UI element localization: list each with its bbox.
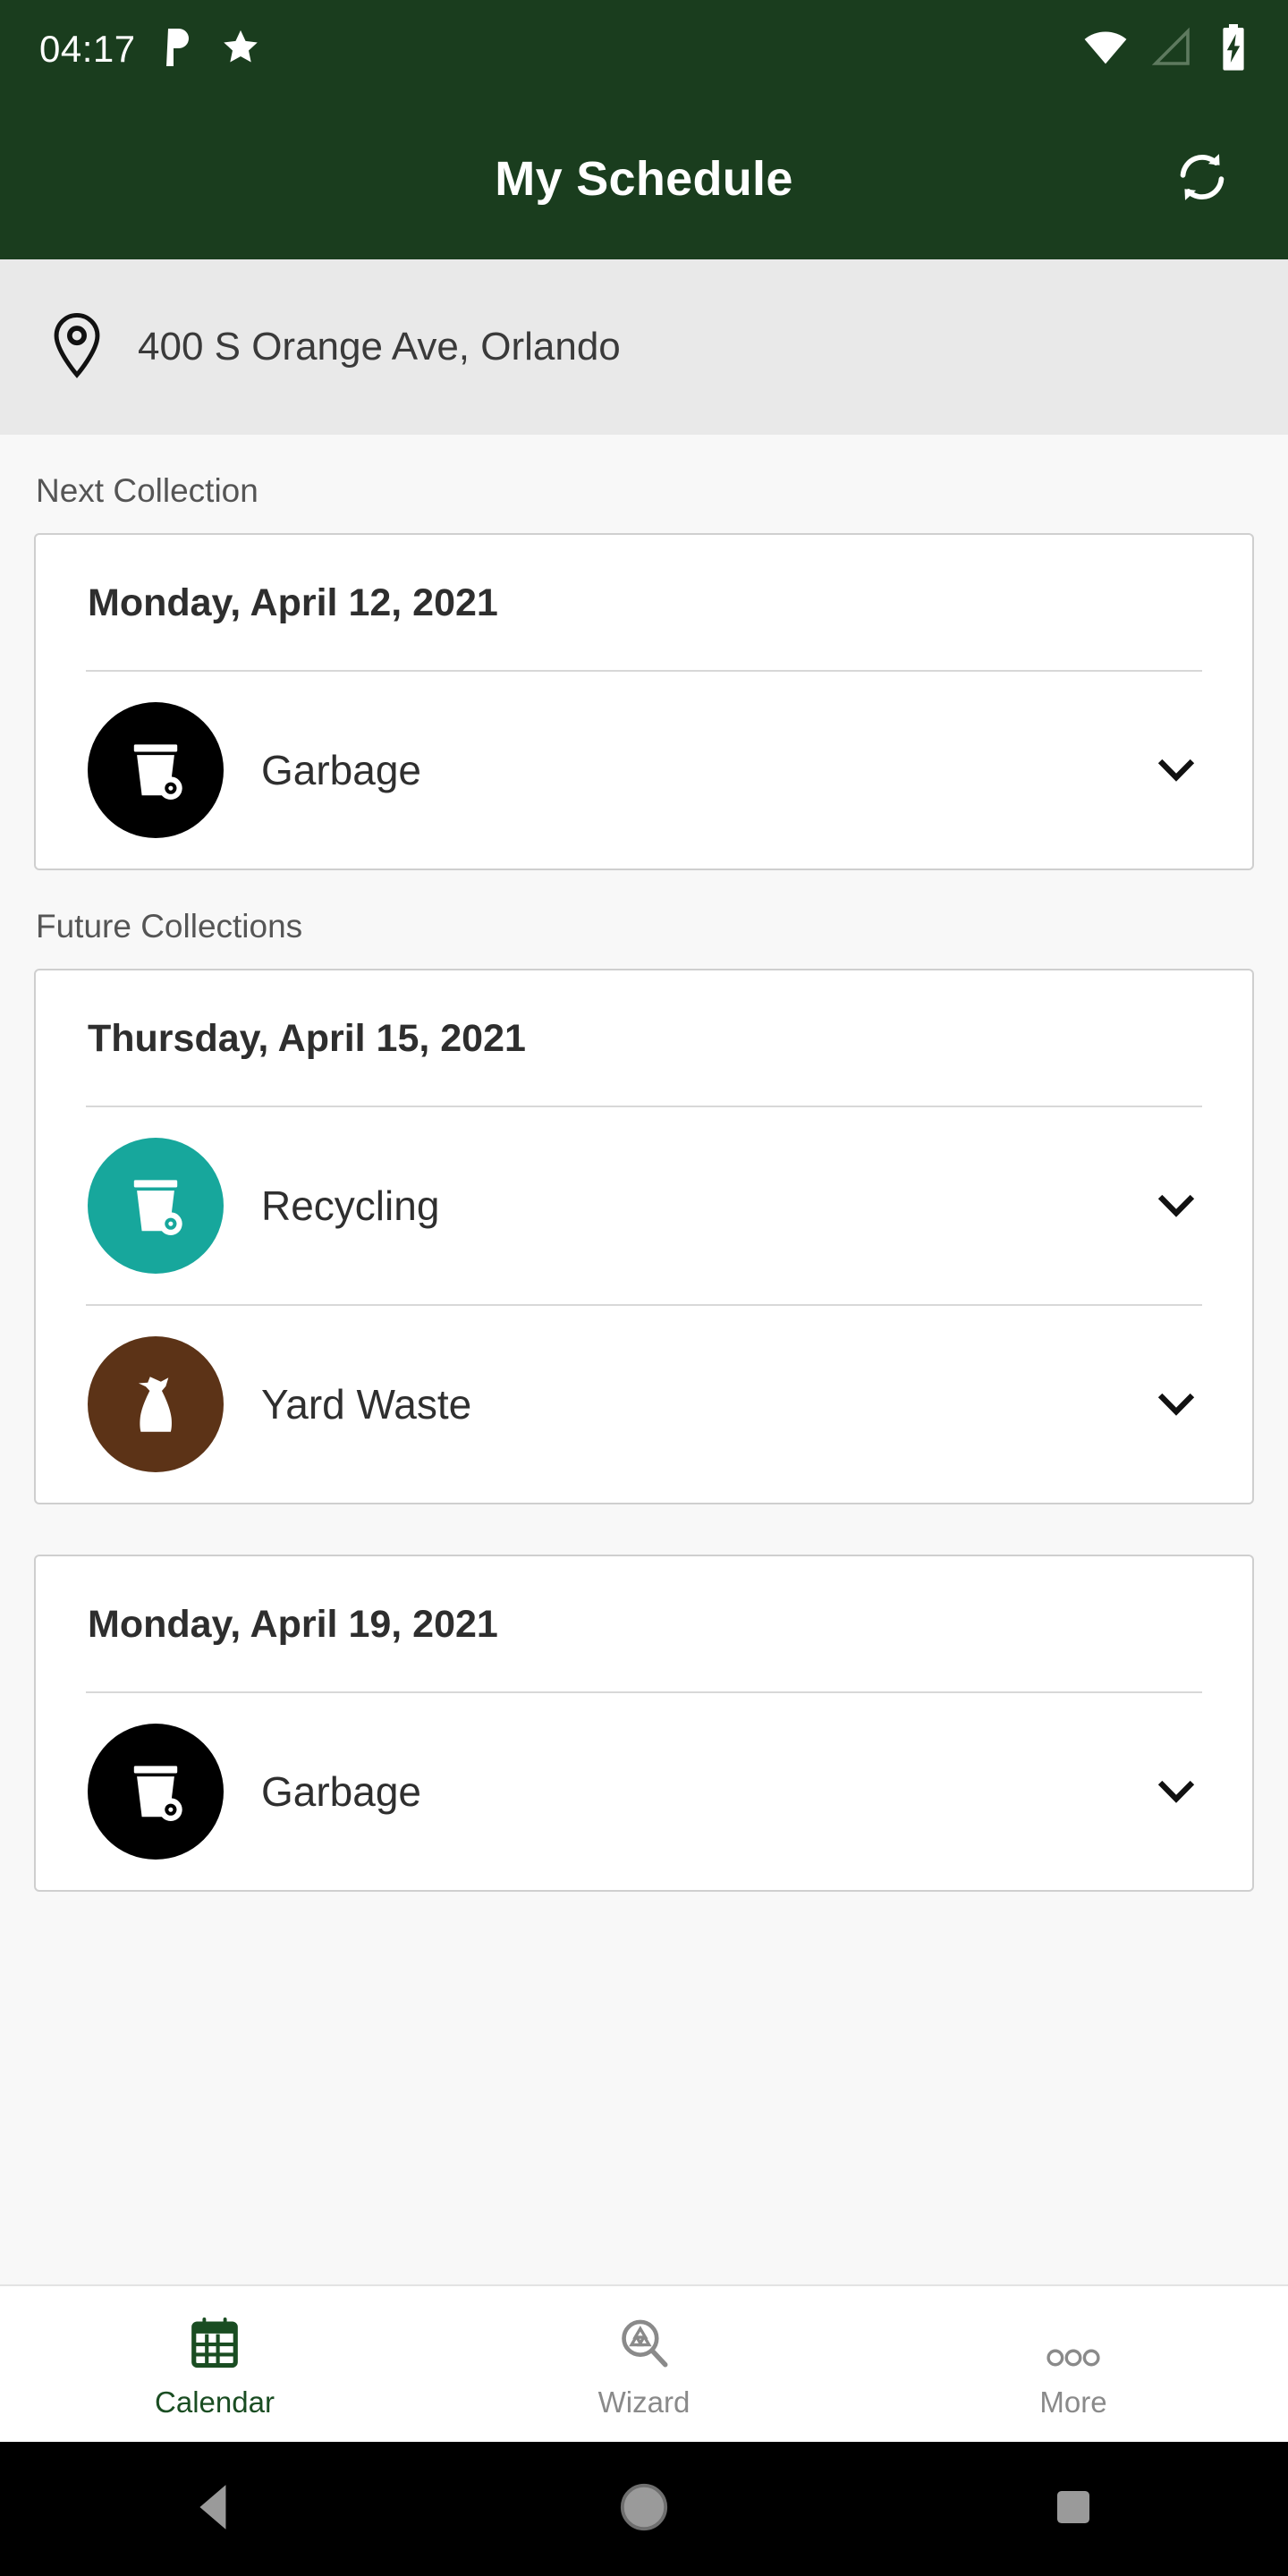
app-screen: 04:17 My Schedule 400 S Orange Ave, Orla… (0, 0, 1288, 2576)
collection-item-label: Recycling (261, 1182, 440, 1229)
back-button[interactable] (161, 2455, 268, 2563)
section-header-next-collection: Next Collection (36, 472, 258, 509)
recycle-search-icon (616, 2309, 672, 2371)
tab-calendar[interactable]: Calendar (0, 2309, 429, 2419)
collection-item-row[interactable]: Yard Waste (36, 1306, 1252, 1503)
app-bar: My Schedule (0, 98, 1288, 259)
star-icon (220, 27, 261, 72)
collection-date: Monday, April 19, 2021 (88, 1603, 498, 1646)
collection-item-label: Garbage (261, 1768, 422, 1815)
chevron-down-icon[interactable] (1143, 1371, 1209, 1437)
tab-wizard[interactable]: Wizard (429, 2309, 859, 2419)
chevron-down-icon[interactable] (1143, 1758, 1209, 1825)
recycling-cart-icon (88, 1138, 224, 1274)
collection-card[interactable]: Thursday, April 15, 2021 Recycling Yard … (34, 969, 1254, 1504)
android-navigation-bar (0, 2442, 1288, 2576)
collection-item-row[interactable]: Garbage (36, 1693, 1252, 1890)
status-bar: 04:17 (0, 0, 1288, 98)
address-bar[interactable]: 400 S Orange Ave, Orlando (0, 259, 1288, 435)
triangle-back-icon (191, 2481, 238, 2538)
yard-waste-bag-icon (88, 1336, 224, 1472)
calendar-icon (187, 2309, 242, 2371)
address-text: 400 S Orange Ave, Orlando (138, 325, 621, 369)
garbage-cart-icon (88, 1724, 224, 1860)
more-dots-icon (1046, 2309, 1101, 2371)
circle-home-icon (618, 2481, 670, 2538)
status-bar-right (1082, 23, 1249, 75)
schedule-scroll-area[interactable]: Next Collection Monday, April 12, 2021 G… (0, 435, 1288, 2284)
collection-card[interactable]: Monday, April 12, 2021 Garbage (34, 533, 1254, 870)
refresh-icon (1173, 148, 1232, 211)
battery-charging-icon (1218, 23, 1249, 75)
collection-item-label: Garbage (261, 747, 422, 793)
tab-label: Calendar (155, 2385, 275, 2419)
collection-date: Thursday, April 15, 2021 (88, 1017, 526, 1060)
collection-item-row[interactable]: Garbage (36, 672, 1252, 869)
cell-signal-icon (1151, 26, 1195, 73)
location-pin-icon (50, 312, 104, 383)
tab-label: More (1039, 2385, 1107, 2419)
collection-card[interactable]: Monday, April 19, 2021 Garbage (34, 1555, 1254, 1892)
parking-p-icon (163, 27, 193, 72)
bottom-tab-bar: Calendar Wizard More (0, 2284, 1288, 2442)
section-header-future-collections: Future Collections (36, 908, 303, 945)
page-title: My Schedule (495, 152, 793, 206)
status-bar-left: 04:17 (39, 27, 261, 72)
card-spacer (0, 1504, 1288, 1555)
chevron-down-icon[interactable] (1143, 737, 1209, 803)
chevron-down-icon[interactable] (1143, 1173, 1209, 1239)
refresh-button[interactable] (1159, 136, 1245, 222)
recents-button[interactable] (1020, 2455, 1127, 2563)
square-recents-icon (1052, 2486, 1095, 2533)
wifi-icon (1082, 24, 1129, 75)
home-button[interactable] (590, 2455, 698, 2563)
status-bar-clock: 04:17 (39, 28, 136, 70)
collection-date: Monday, April 12, 2021 (88, 581, 498, 624)
collection-item-row[interactable]: Recycling (36, 1107, 1252, 1304)
garbage-cart-icon (88, 702, 224, 838)
collection-item-label: Yard Waste (261, 1381, 472, 1428)
tab-label: Wizard (597, 2385, 691, 2419)
tab-more[interactable]: More (859, 2309, 1288, 2419)
